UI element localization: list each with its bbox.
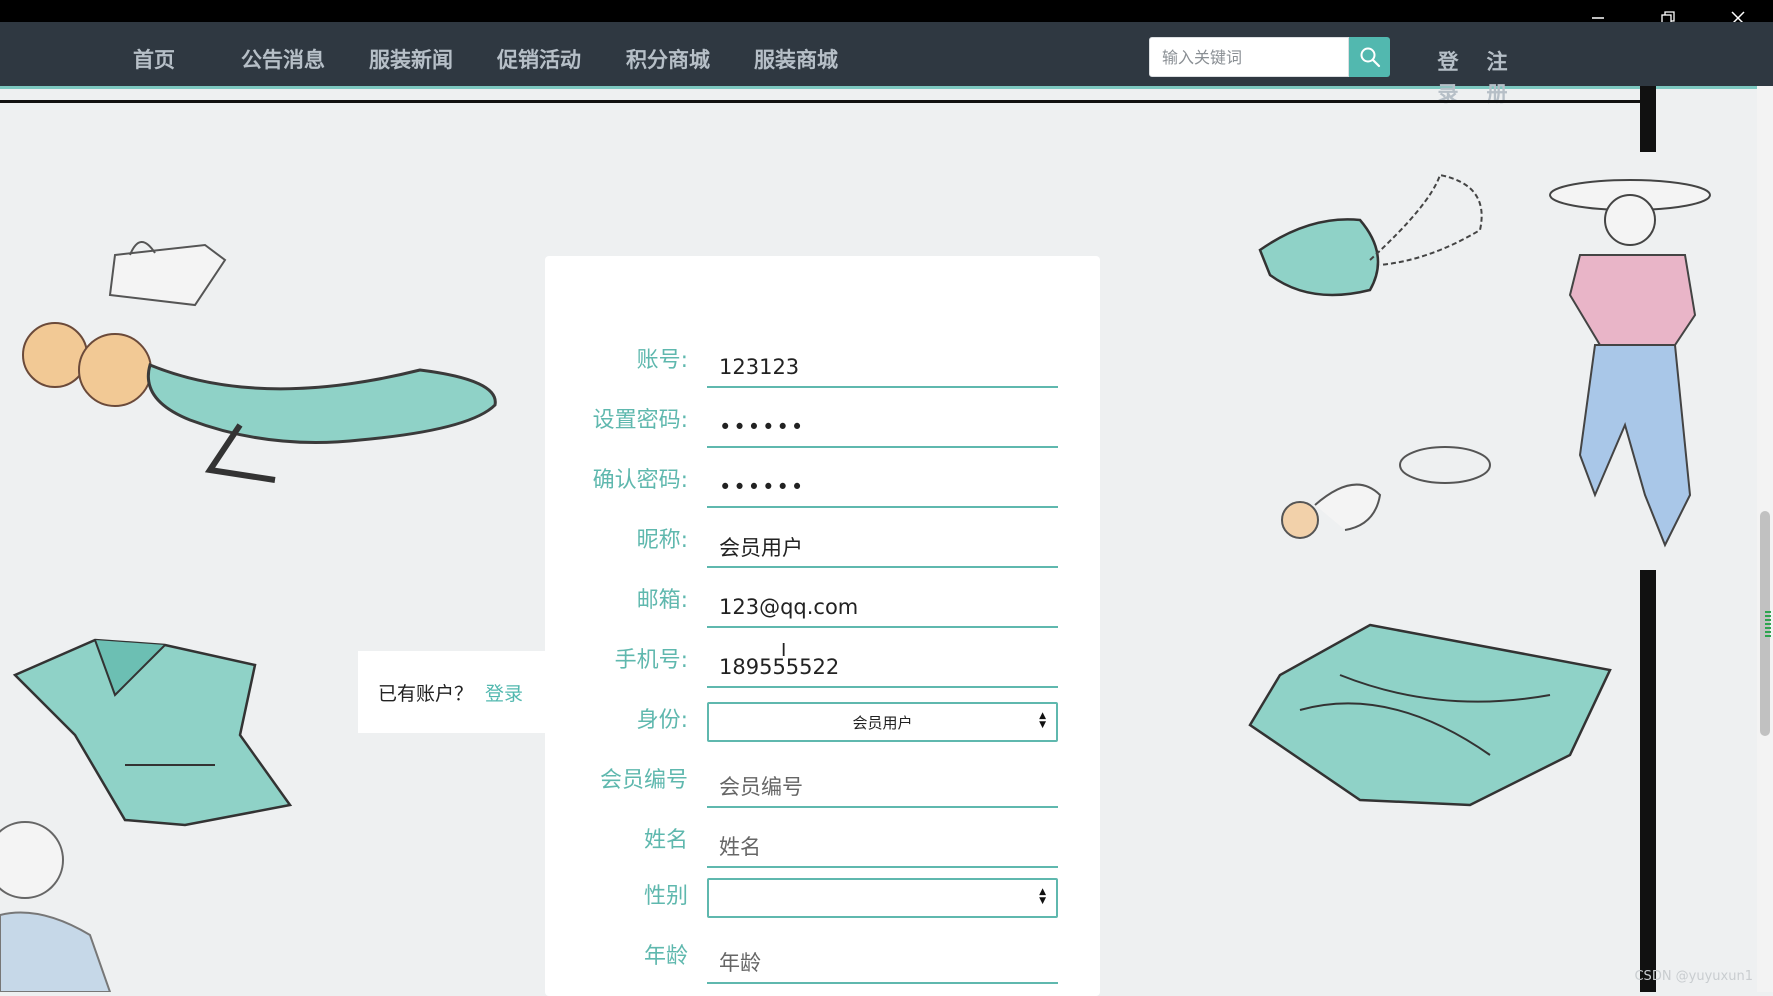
- nickname-field[interactable]: [707, 528, 1058, 568]
- blouse-sketch-icon: [12, 638, 293, 827]
- member-no-field[interactable]: [707, 768, 1058, 808]
- search-button[interactable]: [1349, 37, 1390, 77]
- email-row: 邮箱:: [545, 582, 1100, 628]
- text-cursor-icon: I: [781, 640, 787, 661]
- girl-sketch-icon: [0, 821, 112, 992]
- nickname-row: 昵称:: [545, 522, 1100, 568]
- register-link-char-2: 册: [1486, 82, 1508, 106]
- top-nav: 首页 公告消息 服装新闻 促销活动 积分商城 服装商城 登 录 注 册: [0, 22, 1773, 106]
- scrollbar-thumb[interactable]: [1760, 511, 1771, 736]
- phone-label: 手机号:: [614, 648, 688, 673]
- member-no-row: 会员编号: [545, 762, 1100, 808]
- nav-clothing-mall[interactable]: 服装商城: [754, 44, 838, 74]
- password-row: 设置密码:: [545, 402, 1100, 448]
- account-row: 账号:: [545, 342, 1100, 388]
- phone-row: 手机号:: [545, 642, 1100, 688]
- nav-home[interactable]: 首页: [133, 44, 175, 74]
- gender-row: 性别 ▲ ▼: [545, 878, 1100, 922]
- age-row: 年龄: [545, 938, 1100, 984]
- role-label: 身份:: [636, 708, 688, 733]
- frame-post-bottom: [1640, 570, 1656, 992]
- email-field[interactable]: [707, 588, 1058, 628]
- window-titlebar: [0, 0, 1773, 22]
- member-no-label: 会员编号: [599, 768, 688, 793]
- select-arrows-icon: ▲ ▼: [1039, 887, 1046, 906]
- role-row: 身份: 会员用户 ▲ ▼: [545, 702, 1100, 746]
- confirm-password-field[interactable]: [707, 468, 1058, 508]
- role-select[interactable]: 会员用户 ▲ ▼: [707, 702, 1058, 742]
- login-prompt-text: 已有账户？: [378, 682, 474, 705]
- register-link-char-1: 注: [1486, 50, 1508, 74]
- login-link-char-1: 登: [1437, 50, 1459, 74]
- page-scrollbar[interactable]: [1757, 86, 1773, 992]
- name-label: 姓名: [643, 828, 688, 853]
- woman-figure-sketch-icon: [1549, 179, 1711, 548]
- search-icon: [1360, 47, 1380, 68]
- account-label: 账号:: [636, 348, 688, 373]
- name-field[interactable]: [707, 828, 1058, 868]
- search-input[interactable]: [1149, 37, 1349, 77]
- phone-field[interactable]: [707, 648, 1058, 688]
- scrollbar-grip-icon: [1765, 611, 1771, 637]
- frame-line-top: [0, 100, 1640, 103]
- frame-post-top: [1640, 86, 1656, 152]
- nickname-label: 昵称:: [636, 528, 688, 553]
- nav-points-mall[interactable]: 积分商城: [626, 44, 710, 74]
- email-label: 邮箱:: [636, 588, 688, 613]
- ribbon-mirror-sketch-icon: [1281, 446, 1491, 539]
- skirt-sketch-icon: [1248, 623, 1612, 807]
- gender-select[interactable]: ▲ ▼: [707, 878, 1058, 918]
- age-label: 年龄: [643, 944, 688, 969]
- confirm-password-row: 确认密码:: [545, 462, 1100, 508]
- login-prompt-panel: 已有账户？ 登录: [358, 651, 546, 733]
- select-arrows-icon: ▲ ▼: [1039, 711, 1046, 730]
- handbag-sketch-icon: [108, 241, 227, 307]
- register-form-card: 账号: 设置密码: 确认密码: 昵称: 邮箱: 手机号: 身份: 会员用户 ▲▼…: [545, 256, 1100, 996]
- confirm-password-label: 确认密码:: [592, 468, 688, 493]
- high-heel-sketch-icon: [22, 322, 497, 483]
- role-select-value: 会员用户: [852, 713, 913, 732]
- password-label: 设置密码:: [592, 408, 688, 433]
- gender-label: 性别: [643, 884, 688, 909]
- age-field[interactable]: [707, 944, 1058, 984]
- purse-sketch-icon: [1258, 173, 1483, 297]
- account-field[interactable]: [707, 348, 1058, 388]
- name-row: 姓名: [545, 822, 1100, 868]
- watermark: CSDN @yuyuxun1: [1634, 969, 1753, 984]
- nav-fashion-news[interactable]: 服装新闻: [369, 44, 453, 74]
- login-prompt-link[interactable]: 登录: [485, 679, 523, 706]
- nav-promotions[interactable]: 促销活动: [497, 44, 581, 74]
- password-field[interactable]: [707, 408, 1058, 448]
- nav-announcements[interactable]: 公告消息: [241, 44, 325, 74]
- login-link-char-2: 录: [1437, 82, 1459, 106]
